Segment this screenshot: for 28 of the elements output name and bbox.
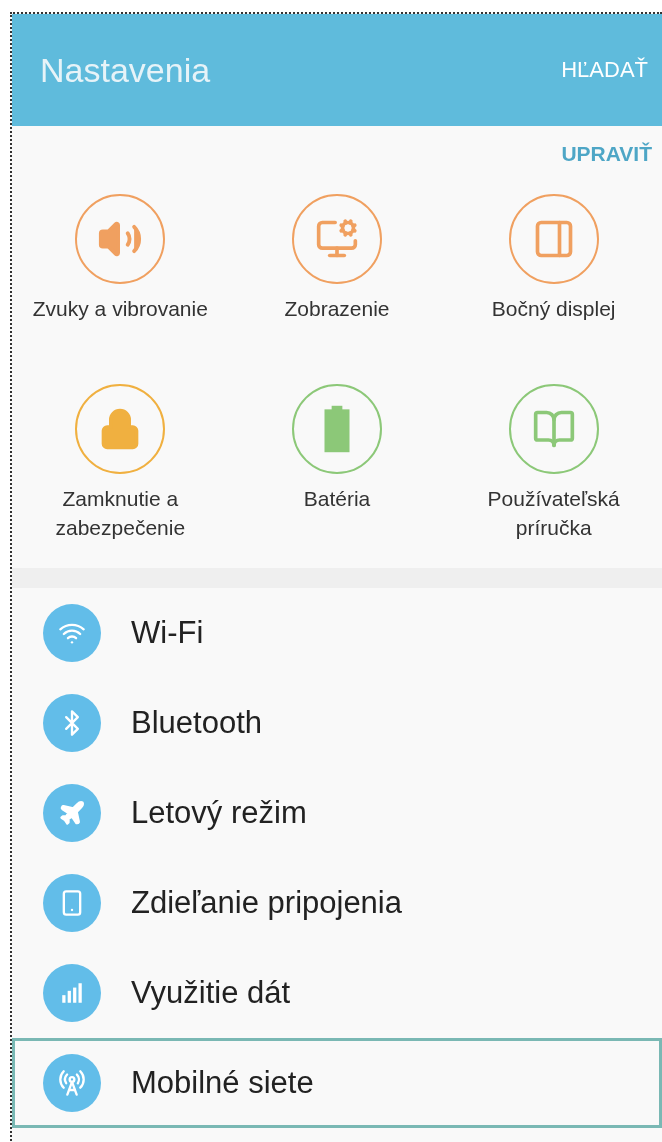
setting-label: Wi-Fi — [131, 615, 204, 651]
settings-row[interactable]: Mobilné siete — [12, 1038, 662, 1128]
setting-label: Zdieľanie pripojenia — [131, 885, 402, 921]
quick-setting-circle[interactable] — [508, 194, 599, 284]
page-title: Nastavenia — [40, 50, 211, 90]
settings-row[interactable]: Bluetooth — [12, 678, 662, 768]
quick-setting-circle[interactable] — [508, 384, 599, 474]
quick-setting-circle[interactable] — [292, 384, 382, 474]
setting-label: Bluetooth — [131, 705, 262, 741]
quick-setting-circle[interactable] — [292, 194, 382, 284]
quick-setting-label: Zobrazenie — [283, 296, 391, 322]
bar-chart-icon — [59, 980, 85, 1006]
settings-row[interactable]: Wi-Fi — [12, 588, 662, 678]
quick-setting-circle[interactable] — [75, 194, 166, 284]
setting-label: Letový režim — [131, 795, 307, 831]
quick-setting-label: Zvuky a vibrovanie — [32, 296, 209, 322]
setting-label: Mobilné siete — [131, 1065, 314, 1101]
quick-setting-label: Batéria — [302, 486, 372, 512]
quick-setting-label: Bočný displej — [490, 296, 617, 322]
airplane-icon — [58, 799, 86, 827]
quick-setting-circle[interactable] — [75, 384, 166, 474]
radio-tower-icon — [58, 1069, 86, 1097]
settings-row[interactable]: Letový režim — [12, 768, 662, 858]
quick-setting-label: Zamknutie a zabezpečenie — [54, 486, 187, 541]
settings-row[interactable]: Využitie dát — [12, 948, 662, 1038]
setting-label: Využitie dát — [131, 975, 291, 1011]
settings-row[interactable]: Zdieľanie pripojenia — [12, 858, 662, 948]
quick-setting-label: Používateľská príručka — [486, 486, 621, 541]
